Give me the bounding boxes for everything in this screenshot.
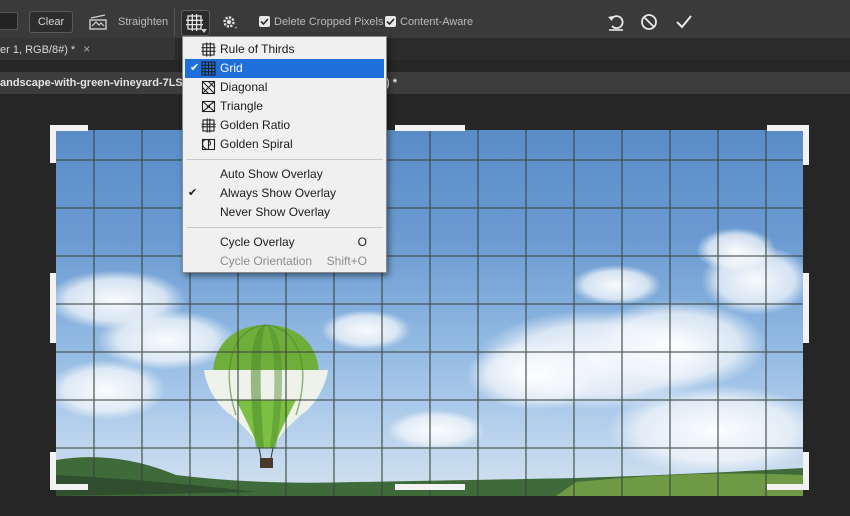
document-tab-bar: er 1, RGB/8#) * × xyxy=(0,38,850,60)
menu-item-triangle[interactable]: Triangle xyxy=(183,97,386,116)
menu-item-label: Cycle Overlay xyxy=(220,235,295,249)
menu-item-label: Golden Ratio xyxy=(220,118,291,132)
menu-separator xyxy=(187,159,383,160)
diagonal-icon xyxy=(201,80,216,95)
grid-overlay-icon xyxy=(186,14,203,31)
triangle-icon xyxy=(201,100,216,113)
menu-item-golden-ratio[interactable]: Golden Ratio xyxy=(183,116,386,135)
photo-canvas[interactable] xyxy=(56,130,803,496)
straighten-label[interactable]: Straighten xyxy=(118,16,168,28)
crop-handle-bottom-left[interactable] xyxy=(50,484,88,490)
delete-cropped-pixels-label[interactable]: Delete Cropped Pixels xyxy=(274,16,383,28)
crop-handle-left[interactable] xyxy=(50,273,56,343)
crop-handle-top[interactable] xyxy=(395,125,465,131)
ratio-value-field[interactable] xyxy=(0,12,18,30)
document-tab-label: er 1, RGB/8#) * xyxy=(0,44,76,56)
commit-check-icon[interactable] xyxy=(673,11,695,33)
close-icon[interactable]: × xyxy=(83,38,90,60)
menu-item-label: Never Show Overlay xyxy=(220,205,331,219)
overlay-options-button[interactable] xyxy=(181,10,210,36)
document-title-bar: andscape-with-green-vineyard-7LS ) * xyxy=(0,72,850,94)
canvas-area xyxy=(0,94,850,516)
menu-item-golden-spiral[interactable]: Golden Spiral xyxy=(183,135,386,154)
rule-of-thirds-icon xyxy=(201,42,216,57)
crop-handle-top-right-v[interactable] xyxy=(803,125,809,165)
menu-item-label: Auto Show Overlay xyxy=(220,167,323,181)
gear-icon[interactable] xyxy=(220,12,240,32)
menu-item-label: Grid xyxy=(220,61,243,75)
cancel-icon[interactable] xyxy=(638,11,660,33)
menu-item-always-show-overlay[interactable]: ✔ Always Show Overlay xyxy=(183,184,386,203)
menu-item-never-show-overlay[interactable]: Never Show Overlay xyxy=(183,203,386,222)
menu-item-label: Diagonal xyxy=(220,80,268,94)
crop-handle-top-left-v[interactable] xyxy=(50,125,56,163)
clear-button[interactable]: Clear xyxy=(29,11,73,33)
content-aware-label[interactable]: Content-Aware xyxy=(400,16,473,28)
menu-item-label: Rule of Thirds xyxy=(220,42,295,56)
menu-item-shortcut: O xyxy=(357,235,367,249)
menu-item-label: Always Show Overlay xyxy=(220,186,337,200)
grid-icon xyxy=(201,61,216,76)
delete-cropped-pixels-checkbox[interactable] xyxy=(259,16,270,27)
menu-item-grid[interactable]: ✔ Grid xyxy=(185,59,384,78)
menu-item-auto-show-overlay[interactable]: Auto Show Overlay xyxy=(183,165,386,184)
straighten-icon[interactable] xyxy=(88,12,108,32)
menu-item-cycle-orientation[interactable]: Cycle Orientation Shift+O xyxy=(183,252,386,271)
menu-item-label: Cycle Orientation xyxy=(220,254,313,268)
checkmark-icon: ✔ xyxy=(188,187,198,199)
golden-spiral-icon xyxy=(201,138,216,151)
menu-item-cycle-overlay[interactable]: Cycle Overlay O xyxy=(183,233,386,252)
crop-handle-bottom[interactable] xyxy=(395,484,465,490)
menu-item-rule-of-thirds[interactable]: Rule of Thirds xyxy=(183,40,386,59)
toolbar-divider xyxy=(174,8,175,36)
photoshop-window: Clear Straighten Delete Cropped Pixels C… xyxy=(0,0,850,516)
document-title-left: andscape-with-green-vineyard-7LS xyxy=(0,77,183,89)
overlay-options-menu: Rule of Thirds ✔ Grid Diagonal Triangle xyxy=(182,36,387,273)
chevron-down-icon xyxy=(201,29,207,33)
document-tab[interactable]: er 1, RGB/8#) * × xyxy=(0,38,175,60)
crop-handle-right[interactable] xyxy=(803,273,809,343)
menu-item-diagonal[interactable]: Diagonal xyxy=(183,78,386,97)
checkmark-icon: ✔ xyxy=(190,62,200,74)
golden-ratio-icon xyxy=(201,118,216,133)
menu-item-label: Triangle xyxy=(220,99,263,113)
menu-item-shortcut: Shift+O xyxy=(326,254,367,268)
document-title-right: ) * xyxy=(386,77,397,89)
menu-item-label: Golden Spiral xyxy=(220,137,293,151)
crop-handle-bottom-right[interactable] xyxy=(767,484,809,490)
reset-icon[interactable] xyxy=(605,11,627,33)
menu-separator xyxy=(187,227,383,228)
crop-grid-overlay xyxy=(56,130,803,496)
content-aware-checkbox[interactable] xyxy=(385,16,396,27)
